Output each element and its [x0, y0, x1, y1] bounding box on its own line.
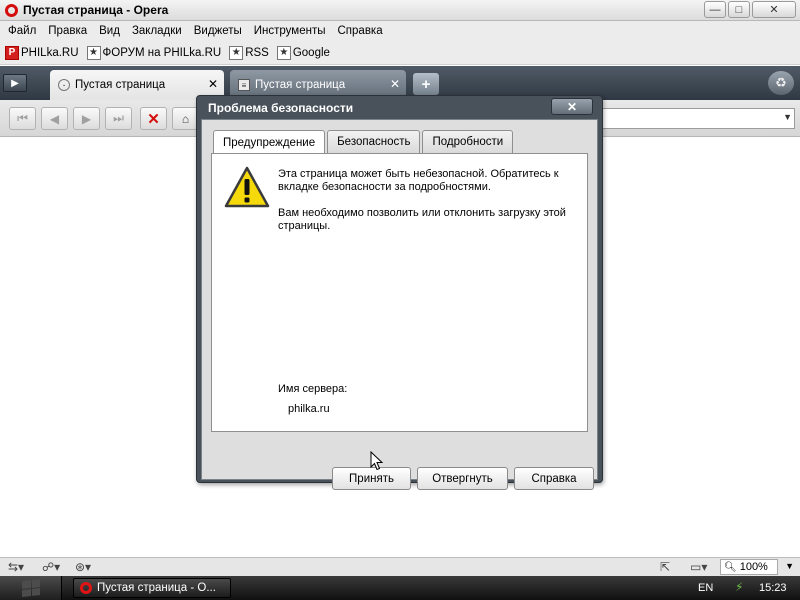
page-icon: ≡: [238, 79, 250, 91]
stop-button[interactable]: ✕: [140, 107, 167, 130]
closed-tabs-trash-icon[interactable]: ♻: [768, 71, 794, 95]
close-tab-icon[interactable]: ✕: [208, 77, 218, 91]
taskbar-window-label: Пустая страница - O...: [97, 582, 216, 594]
bookmark-google[interactable]: ★ Google: [276, 45, 330, 60]
network-icon[interactable]: ☍▾: [42, 560, 60, 574]
dialog-body: Предупреждение Безопасность Подробности …: [201, 119, 598, 490]
fast-forward-button[interactable]: ⏭: [105, 107, 132, 130]
warning-icon: [224, 166, 270, 208]
bookmark-label: ФОРУМ на PHILka.RU: [102, 46, 222, 59]
view-mode-icon[interactable]: ▭▾: [690, 560, 707, 574]
menu-help[interactable]: Справка: [332, 25, 389, 37]
close-window-button[interactable]: ✕: [752, 1, 796, 18]
bookmark-label: PHILka.RU: [21, 46, 79, 59]
taskbar-opera-window[interactable]: Пустая страница - O...: [73, 578, 231, 598]
new-tab-button[interactable]: +: [413, 73, 439, 95]
window-title: Пустая страница - Opera: [23, 3, 169, 17]
tab-label: Пустая страница: [255, 79, 346, 91]
warning-message: Эта страница может быть небезопасной. Об…: [278, 168, 578, 246]
dialog-title: Проблема безопасности: [208, 101, 354, 115]
warning-text-2: Вам необходимо позволить или отклонить з…: [278, 207, 566, 232]
menu-bookmarks[interactable]: Закладки: [126, 25, 188, 37]
warning-panel: Эта страница может быть небезопасной. Об…: [211, 153, 588, 432]
status-bar: ⇆▾ ☍▾ ⊛▾ ⇱ ▭▾ 🔍︎ 100% ▼: [0, 557, 800, 576]
menu-file[interactable]: Файл: [2, 25, 42, 37]
menu-edit[interactable]: Правка: [42, 25, 93, 37]
panel-toggle-button[interactable]: ▶: [3, 74, 27, 92]
forward-button[interactable]: ▶: [73, 107, 100, 130]
bookmark-forum[interactable]: ★ ФОРУМ на PHILka.RU: [86, 45, 222, 60]
language-indicator[interactable]: EN: [698, 582, 713, 594]
server-name-value: philka.ru: [288, 403, 330, 415]
close-tab-icon[interactable]: ✕: [390, 77, 400, 91]
clock: 15:23: [759, 582, 787, 594]
blank-page-icon: ·: [58, 79, 70, 91]
philka-logo-icon: P: [5, 45, 19, 60]
dialog-tabs: Предупреждение Безопасность Подробности: [213, 130, 514, 154]
network-tray-icon[interactable]: ⚡︎: [735, 580, 743, 594]
warning-text-1: Эта страница может быть небезопасной. Об…: [278, 168, 559, 193]
bookmark-label: Google: [292, 46, 330, 59]
home-button[interactable]: ⌂: [172, 107, 199, 130]
transfer-icon[interactable]: ⇆▾: [8, 560, 24, 574]
zoom-dropdown-icon[interactable]: ▼: [785, 561, 794, 571]
window-title-bar: Пустая страница - Opera — □ ✕: [0, 0, 800, 21]
mouse-cursor-icon: [370, 451, 384, 471]
tab-security[interactable]: Безопасность: [327, 130, 421, 153]
server-name-label: Имя сервера:: [278, 383, 348, 395]
menu-widgets[interactable]: Виджеты: [188, 25, 248, 37]
zoom-value: 100%: [739, 561, 768, 573]
bookmark-star-icon: ★: [229, 45, 244, 60]
zoom-control[interactable]: 🔍︎ 100%: [720, 559, 778, 575]
fullscreen-icon[interactable]: ⇱: [660, 560, 670, 574]
bookmark-star-icon: ★: [86, 45, 101, 60]
opera-logo-icon: [5, 3, 18, 17]
opera-logo-icon: [80, 582, 92, 594]
content-settings-icon[interactable]: ⊛▾: [75, 560, 91, 574]
rewind-button[interactable]: ⏮: [9, 107, 36, 130]
magnifier-icon: 🔍︎: [724, 561, 737, 573]
help-button[interactable]: Справка: [514, 467, 594, 490]
bookmark-star-icon: ★: [276, 45, 291, 60]
dropdown-arrow-icon[interactable]: ▼: [783, 112, 792, 122]
dialog-close-button[interactable]: ✕: [551, 98, 593, 115]
tab-details[interactable]: Подробности: [422, 130, 514, 153]
bookmarks-bar: P PHILka.RU ★ ФОРУМ на PHILka.RU ★ RSS ★…: [0, 41, 800, 65]
bookmark-label: RSS: [245, 46, 269, 59]
tab-warning[interactable]: Предупреждение: [213, 130, 326, 154]
bookmark-philka[interactable]: P PHILka.RU: [5, 45, 79, 60]
reject-button[interactable]: Отвергнуть: [417, 467, 508, 490]
tab-label: Пустая страница: [75, 79, 166, 91]
security-problem-dialog: Проблема безопасности ✕ Предупреждение Б…: [196, 95, 603, 490]
window-controls: — □ ✕: [704, 1, 796, 18]
menu-bar: Файл Правка Вид Закладки Виджеты Инструм…: [0, 21, 800, 41]
bookmark-rss[interactable]: ★ RSS: [229, 45, 269, 60]
start-button[interactable]: [0, 576, 62, 600]
menu-view[interactable]: Вид: [93, 25, 126, 37]
menu-tools[interactable]: Инструменты: [248, 25, 332, 37]
taskbar: Пустая страница - O... EN ⚡︎ 15:23: [0, 576, 800, 600]
minimize-button[interactable]: —: [704, 1, 726, 18]
back-button[interactable]: ◀: [41, 107, 68, 130]
address-field[interactable]: ▼: [602, 108, 795, 129]
maximize-button[interactable]: □: [728, 1, 750, 18]
windows-logo-icon: [21, 579, 40, 597]
